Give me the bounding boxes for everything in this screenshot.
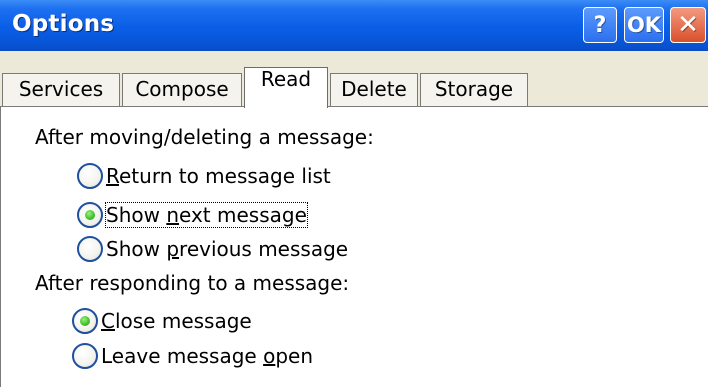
after-moving-label: After moving/deleting a message: bbox=[35, 125, 374, 149]
tab-divider bbox=[0, 106, 708, 107]
window-title: Options bbox=[12, 11, 115, 37]
return-to-list-label: Return to message list bbox=[106, 164, 331, 188]
close-message-radio[interactable] bbox=[72, 308, 98, 334]
help-button[interactable]: ? bbox=[583, 7, 617, 43]
tab-services[interactable]: Services bbox=[2, 73, 120, 106]
close-message-label: Close message bbox=[101, 309, 252, 333]
close-button[interactable]: ✕ bbox=[670, 7, 706, 43]
leave-open-label: Leave message open bbox=[101, 344, 314, 368]
tab-delete[interactable]: Delete bbox=[330, 73, 418, 106]
tab-compose[interactable]: Compose bbox=[122, 73, 242, 106]
ok-button[interactable]: OK bbox=[624, 7, 664, 43]
tab-label: Read bbox=[260, 67, 312, 91]
return-to-list-radio[interactable] bbox=[77, 163, 103, 189]
close-icon: ✕ bbox=[677, 10, 699, 40]
after-responding-label: After responding to a message: bbox=[35, 271, 350, 295]
show-previous-option[interactable]: Show previous message bbox=[77, 236, 348, 262]
tab-label: Compose bbox=[135, 77, 229, 101]
return-to-list-option[interactable]: Return to message list bbox=[77, 163, 331, 189]
tab-storage[interactable]: Storage bbox=[420, 73, 528, 106]
tab-label: Delete bbox=[341, 77, 407, 101]
leave-open-option[interactable]: Leave message open bbox=[72, 343, 313, 369]
read-tab-panel: After moving/deleting a message: Return … bbox=[0, 107, 708, 387]
show-next-label: Show next message bbox=[105, 202, 308, 228]
show-next-option[interactable]: Show next message bbox=[77, 202, 308, 228]
tab-label: Services bbox=[18, 77, 104, 101]
ok-label: OK bbox=[626, 13, 662, 37]
tab-read[interactable]: Read bbox=[244, 67, 328, 108]
show-previous-label: Show previous message bbox=[106, 237, 349, 261]
title-bar: Options ? OK ✕ bbox=[0, 0, 708, 51]
show-previous-radio[interactable] bbox=[77, 236, 103, 262]
close-message-option[interactable]: Close message bbox=[72, 308, 252, 334]
leave-open-radio[interactable] bbox=[72, 343, 98, 369]
help-icon: ? bbox=[593, 12, 607, 38]
show-next-radio[interactable] bbox=[77, 202, 103, 228]
tab-label: Storage bbox=[434, 77, 514, 101]
